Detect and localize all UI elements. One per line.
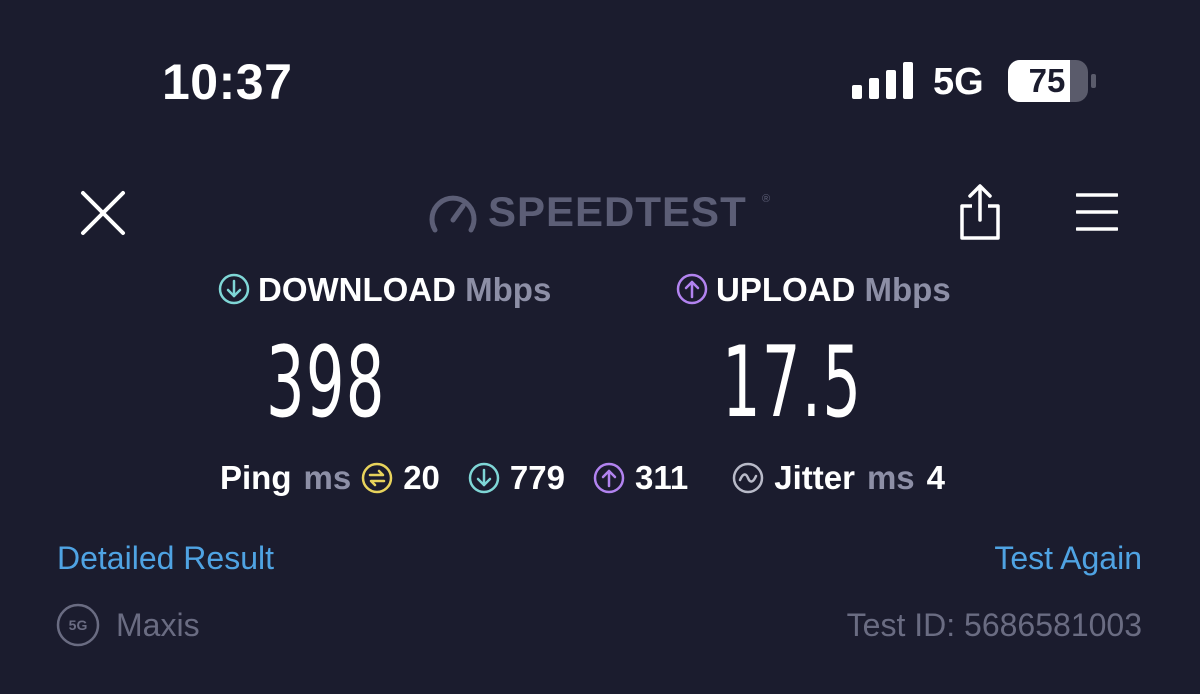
ping-upload-value: 311 [634, 459, 689, 496]
download-label: DOWNLOAD Mbps [218, 270, 551, 310]
ping-idle-value: 20 [403, 459, 440, 496]
signal-strength-icon [852, 62, 913, 99]
ping-label: Ping [220, 459, 292, 496]
download-unit: Mbps [465, 271, 552, 308]
download-value: 398 [266, 326, 386, 440]
upload-label: UPLOAD Mbps [676, 270, 951, 310]
status-time: 10:37 [162, 54, 293, 110]
upload-title: UPLOAD [716, 271, 856, 308]
jitter-label: Jitter [774, 459, 855, 496]
idle-ping-icon [361, 462, 393, 494]
arrow-down-circle-icon [218, 274, 250, 305]
menu-icon[interactable] [1076, 192, 1118, 232]
detailed-result-link[interactable]: Detailed Result [57, 538, 274, 578]
upload-ping-icon [593, 462, 625, 494]
jitter-unit: ms [866, 459, 915, 496]
ping-row: Ping ms 20 779 311 Jitter ms 4 [220, 458, 945, 498]
speedometer-icon [429, 195, 477, 233]
carrier-name: Maxis [116, 607, 200, 643]
download-title: DOWNLOAD [258, 271, 456, 308]
jitter-value: 4 [926, 459, 945, 496]
upload-unit: Mbps [864, 271, 951, 308]
carrier-badge-text: 5G [69, 617, 88, 633]
arrow-up-circle-icon [676, 274, 708, 305]
jitter-icon [732, 462, 764, 494]
carrier-5g-icon: 5G [56, 603, 100, 647]
logo-trademark: ® [762, 193, 771, 205]
download-ping-icon [468, 462, 500, 494]
app-logo: SPEEDTEST [488, 188, 747, 235]
test-again-link[interactable]: Test Again [994, 538, 1142, 578]
network-type: 5G [933, 61, 984, 103]
close-icon[interactable] [80, 190, 126, 236]
share-icon[interactable] [958, 184, 1002, 240]
battery-level: 75 [1028, 62, 1066, 99]
ping-unit: ms [303, 459, 352, 496]
ping-download-value: 779 [509, 459, 565, 496]
test-id: Test ID: 5686581003 [846, 607, 1142, 643]
upload-value: 17.5 [722, 326, 863, 440]
